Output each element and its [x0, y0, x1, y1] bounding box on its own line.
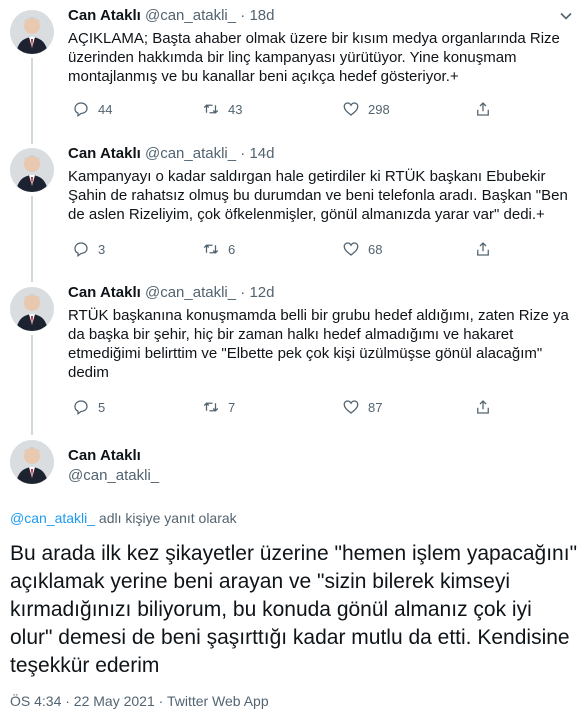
- retweet-count: 43: [228, 101, 243, 117]
- reply-button[interactable]: 5: [72, 398, 105, 416]
- avatar[interactable]: [10, 10, 54, 54]
- tweet-actions: 5 7 87: [64, 398, 504, 420]
- avatar[interactable]: [10, 148, 54, 192]
- share-button[interactable]: [474, 398, 492, 416]
- author-name[interactable]: Can Ataklı: [68, 7, 141, 24]
- like-button[interactable]: 87: [342, 398, 382, 416]
- tweet-actions: 3 6 68: [64, 240, 504, 262]
- separator: ·: [240, 7, 246, 24]
- tweet-text: AÇIKLAMA; Başta ahaber olmak üzere bir k…: [68, 30, 560, 85]
- retweet-icon: [203, 104, 219, 114]
- like-button[interactable]: 298: [342, 100, 390, 118]
- like-count: 87: [368, 399, 383, 415]
- timestamp[interactable]: 14d: [249, 145, 274, 162]
- reply-button[interactable]: 44: [72, 100, 112, 118]
- avatar[interactable]: [10, 287, 54, 331]
- reply-icon: [74, 102, 88, 118]
- like-count: 68: [368, 241, 383, 257]
- timestamp[interactable]: 18d: [249, 7, 274, 24]
- retweet-icon: [203, 244, 219, 254]
- timestamp[interactable]: 12d: [249, 284, 274, 301]
- share-icon: [477, 242, 489, 256]
- avatar[interactable]: [10, 440, 54, 484]
- tweet-actions: 44 43 298: [64, 100, 504, 122]
- reply-icon: [74, 242, 88, 258]
- tweet[interactable]: Can Ataklı @can_atakli_ · 14d Kampanyayı…: [0, 138, 588, 277]
- reply-count: 5: [98, 399, 106, 415]
- replying-to: @can_atakli_ adlı kişiye yanıt olarak: [10, 508, 237, 528]
- reply-button[interactable]: 3: [72, 240, 105, 258]
- author-handle[interactable]: @can_atakli_: [145, 284, 236, 301]
- tweet[interactable]: Can Ataklı @can_atakli_ · 18d AÇIKLAMA; …: [0, 0, 588, 138]
- tweet-text: Kampanyayı o kadar saldırgan hale getird…: [68, 168, 568, 223]
- share-icon: [477, 102, 489, 116]
- tweet-header: Can Ataklı @can_atakli_ · 12d: [68, 283, 274, 303]
- reply-mention-link[interactable]: @can_atakli_: [10, 510, 95, 526]
- tweet-meta: ÖS 4:34 · 22 May 2021 · Twitter Web App: [10, 693, 269, 709]
- author-handle[interactable]: @can_atakli_: [145, 7, 236, 24]
- author-name[interactable]: Can Ataklı: [68, 145, 141, 162]
- retweet-count: 6: [228, 241, 236, 257]
- share-icon: [477, 400, 489, 414]
- like-count: 298: [368, 101, 390, 117]
- tweet-text: RTÜK başkanına konuşmamda belli bir grub…: [68, 307, 569, 381]
- retweet-button[interactable]: 43: [202, 100, 242, 118]
- author-handle[interactable]: @can_atakli_: [68, 466, 159, 486]
- author-name[interactable]: Can Ataklı: [68, 446, 141, 466]
- separator: ·: [240, 145, 246, 162]
- like-icon: [343, 242, 359, 256]
- reply-suffix: adlı kişiye yanıt olarak: [95, 510, 237, 526]
- author-handle[interactable]: @can_atakli_: [145, 145, 236, 162]
- share-button[interactable]: [474, 100, 492, 118]
- retweet-button[interactable]: 7: [202, 398, 235, 416]
- tweet[interactable]: Can Ataklı @can_atakli_ · 12d RTÜK başka…: [0, 277, 588, 431]
- like-icon: [343, 400, 359, 414]
- share-button[interactable]: [474, 240, 492, 258]
- like-icon: [343, 102, 359, 116]
- main-tweet-text: Bu arada ilk kez şikayetler üzerine "hem…: [10, 542, 578, 677]
- more-icon[interactable]: [556, 6, 576, 26]
- tweet-header: Can Ataklı @can_atakli_ · 14d: [68, 144, 274, 164]
- separator: ·: [240, 284, 246, 301]
- tweet-header: Can Ataklı @can_atakli_ · 18d: [68, 6, 274, 26]
- like-button[interactable]: 68: [342, 240, 382, 258]
- author-name[interactable]: Can Ataklı: [68, 284, 141, 301]
- reply-icon: [74, 400, 88, 416]
- retweet-count: 7: [228, 399, 236, 415]
- retweet-icon: [203, 402, 219, 412]
- reply-count: 3: [98, 241, 106, 257]
- reply-count: 44: [98, 101, 113, 117]
- retweet-button[interactable]: 6: [202, 240, 235, 258]
